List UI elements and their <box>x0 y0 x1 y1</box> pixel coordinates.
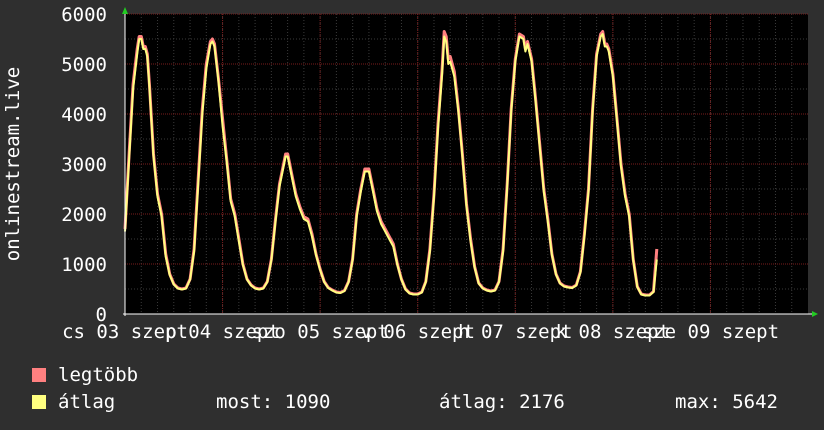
y-tick-label: 1000 <box>61 254 107 276</box>
legend-item-max: legtöbb <box>32 364 139 386</box>
stat-now: most: 1090 <box>216 391 331 413</box>
y-axis-arrow <box>122 7 128 14</box>
x-ticks: cs 03 szeptp 04 szeptszo 05 szeptv 06 sz… <box>62 321 779 343</box>
y-ticks: 0100020003000400050006000 <box>61 4 107 326</box>
stat-max: max: 5642 <box>675 391 778 413</box>
y-tick-label: 5000 <box>61 54 107 76</box>
x-axis-arrow <box>812 311 818 317</box>
y-axis-label: onlinestream.live <box>2 67 24 261</box>
legend-label-avg: átlag <box>58 391 116 413</box>
legend-swatch-max <box>32 368 46 382</box>
y-tick-label: 4000 <box>61 104 107 126</box>
stat-average: átlag: 2176 <box>439 391 565 413</box>
y-tick-label: 6000 <box>61 4 107 26</box>
legend-swatch-avg <box>32 395 46 409</box>
legend-label-max: legtöbb <box>58 364 139 386</box>
y-tick-label: 3000 <box>61 154 107 176</box>
y-tick-label: 2000 <box>61 204 107 226</box>
legend-item-avg: átlag <box>32 391 116 413</box>
x-tick-label: sze 09 szept <box>642 321 779 343</box>
